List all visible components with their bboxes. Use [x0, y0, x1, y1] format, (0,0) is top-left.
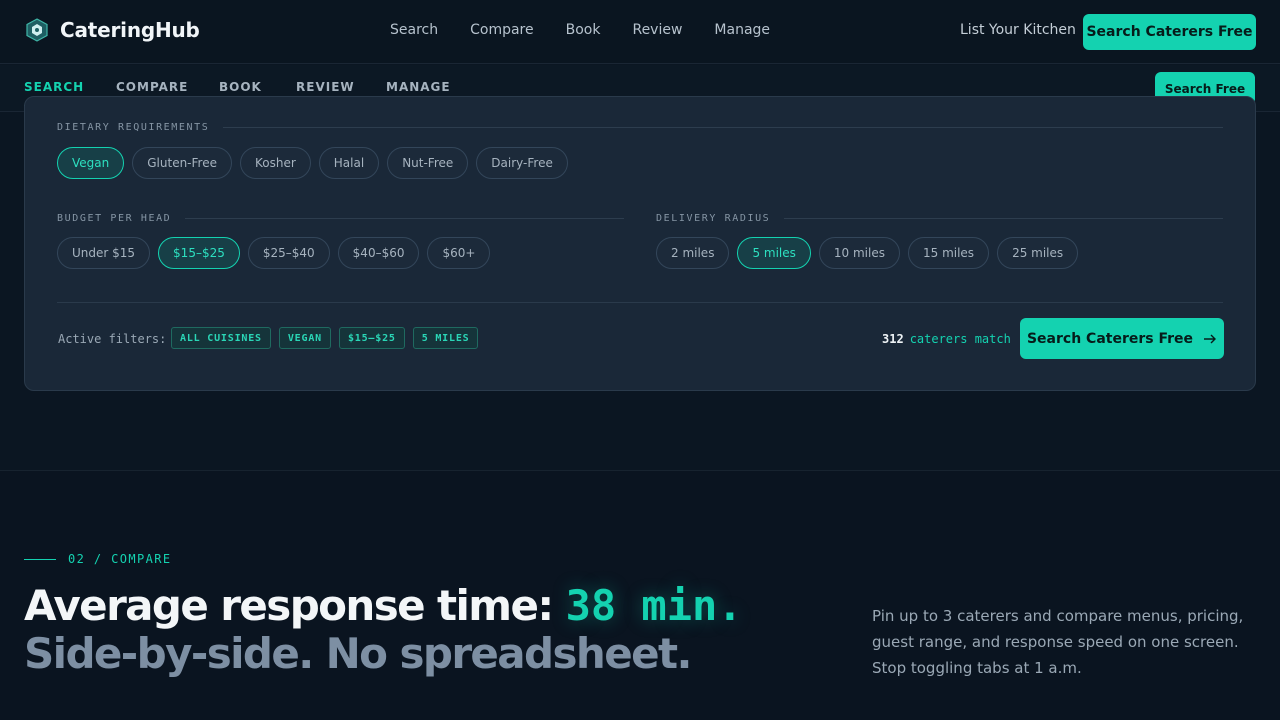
- filter-divider: [57, 302, 1223, 303]
- brand-logo[interactable]: CateringHub: [26, 18, 200, 42]
- filter-panel: DIETARY REQUIREMENTS Vegan Gluten-Free K…: [24, 96, 1256, 391]
- compare-headline: Average response time: 38 min. Side-by-s…: [24, 582, 743, 678]
- active-tag[interactable]: ALL CUISINES: [171, 327, 271, 349]
- nav-review[interactable]: Review: [632, 22, 682, 38]
- search-caterers-label: Search Caterers Free: [1026, 330, 1194, 347]
- tab-compare[interactable]: COMPARE: [116, 80, 188, 94]
- dietary-chips: Vegan Gluten-Free Kosher Halal Nut-Free …: [57, 147, 568, 179]
- tab-manage[interactable]: MANAGE: [386, 80, 451, 94]
- chip-nut-free[interactable]: Nut-Free: [387, 147, 469, 179]
- budget-chips: Under $15 $15–$25 $25–$40 $40–$60 $60+: [57, 237, 491, 269]
- chip-10-miles[interactable]: 10 miles: [818, 237, 900, 269]
- section-kicker: 02 / COMPARE: [24, 552, 172, 566]
- top-header: CateringHub Search Compare Book Review M…: [0, 0, 1280, 64]
- dietary-label: DIETARY REQUIREMENTS: [57, 122, 1223, 133]
- radius-label: DELIVERY RADIUS: [656, 213, 1223, 224]
- radius-chips: 2 miles 5 miles 10 miles 15 miles 25 mil…: [656, 237, 1079, 269]
- active-tag[interactable]: VEGAN: [278, 327, 331, 349]
- chip-2-miles[interactable]: 2 miles: [656, 237, 730, 269]
- chip-60-plus[interactable]: $60+: [427, 237, 491, 269]
- chip-25-40[interactable]: $25–$40: [247, 237, 330, 269]
- chip-gluten-free[interactable]: Gluten-Free: [132, 147, 232, 179]
- match-number: 312: [882, 332, 904, 346]
- active-filter-tags: ALL CUISINES VEGAN $15–$25 5 MILES: [171, 327, 479, 349]
- active-tag[interactable]: 5 MILES: [412, 327, 479, 349]
- match-text: caterers match: [909, 332, 1011, 346]
- chip-vegan[interactable]: Vegan: [57, 147, 125, 179]
- chip-15-25[interactable]: $15–$25: [158, 237, 240, 269]
- chip-dairy-free[interactable]: Dairy-Free: [476, 147, 568, 179]
- active-tag[interactable]: $15–$25: [338, 327, 405, 349]
- nav-book[interactable]: Book: [566, 22, 601, 38]
- chip-40-60[interactable]: $40–$60: [337, 237, 420, 269]
- search-caterers-button[interactable]: Search Caterers Free: [1020, 318, 1224, 359]
- nav-search[interactable]: Search: [390, 22, 438, 38]
- hexagon-logo-icon: [26, 18, 48, 42]
- kicker-rule: [24, 558, 56, 560]
- search-caterers-free-button[interactable]: Search Caterers Free: [1083, 14, 1256, 50]
- arrow-right-icon: [1204, 334, 1217, 343]
- nav-compare[interactable]: Compare: [470, 22, 534, 38]
- nav-manage[interactable]: Manage: [714, 22, 770, 38]
- tab-review[interactable]: REVIEW: [296, 80, 355, 94]
- active-filters-label: Active filters:: [58, 332, 167, 346]
- chip-15-miles[interactable]: 15 miles: [907, 237, 990, 269]
- match-count: 312 caterers match: [882, 332, 1011, 346]
- chip-25-miles[interactable]: 25 miles: [997, 237, 1079, 269]
- list-your-kitchen-link[interactable]: List Your Kitchen: [960, 22, 1076, 38]
- response-time-value: 38 min.: [565, 581, 743, 630]
- chip-5-miles[interactable]: 5 miles: [737, 237, 811, 269]
- budget-label: BUDGET PER HEAD: [57, 213, 624, 224]
- brand-name: CateringHub: [60, 18, 200, 42]
- chip-halal[interactable]: Halal: [318, 147, 380, 179]
- chip-under-15[interactable]: Under $15: [57, 237, 151, 269]
- tab-search[interactable]: SEARCH: [24, 80, 85, 107]
- headline-line-1: Average response time: 38 min.: [24, 581, 743, 630]
- compare-description: Pin up to 3 caterers and compare menus, …: [872, 607, 1244, 677]
- chip-kosher[interactable]: Kosher: [239, 147, 311, 179]
- main-nav: Search Compare Book Review Manage: [390, 22, 802, 38]
- tab-book[interactable]: BOOK: [219, 80, 262, 94]
- headline-line-2: Side-by-side. No spreadsheet.: [24, 629, 692, 678]
